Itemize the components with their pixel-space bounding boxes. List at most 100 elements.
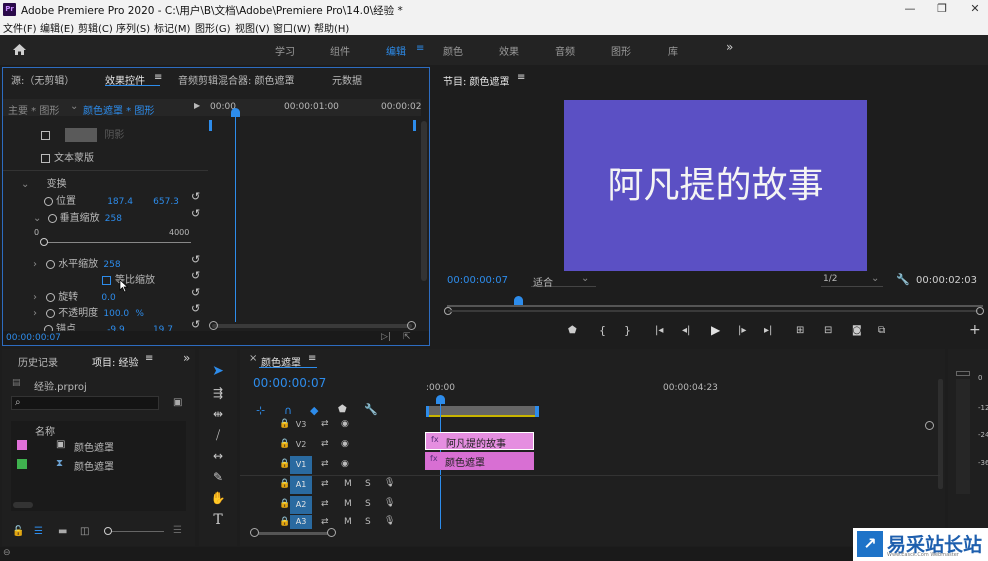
mark-out-icon[interactable]: } xyxy=(624,324,631,337)
tab-history[interactable]: 历史记录 xyxy=(18,354,58,369)
workspace-color[interactable]: 颜色 xyxy=(443,43,463,58)
sync-lock-icon[interactable]: ⇄ xyxy=(321,479,329,489)
workspace-editing[interactable]: 编辑 xyxy=(386,43,406,58)
solo-button[interactable]: S xyxy=(365,517,371,527)
list-item[interactable]: ⧗ 颜色遮罩 xyxy=(11,455,186,473)
go-to-in-icon[interactable]: |◂ xyxy=(655,325,663,336)
position-x-value[interactable]: 187.4 xyxy=(107,197,133,207)
workspace-audio[interactable]: 音频 xyxy=(555,43,575,58)
vscale-slider-thumb[interactable] xyxy=(40,238,48,246)
menu-window[interactable]: 窗口(W) xyxy=(273,20,311,35)
zoom-slider[interactable] xyxy=(104,531,164,532)
extract-icon[interactable]: ⊟ xyxy=(824,325,832,336)
reset-icon[interactable]: ↺ xyxy=(191,269,200,282)
uniform-scale-checkbox[interactable] xyxy=(102,275,111,285)
close-button[interactable]: ✕ xyxy=(960,2,988,15)
workspace-effects[interactable]: 效果 xyxy=(499,43,519,58)
maximize-button[interactable]: ❐ xyxy=(927,2,957,15)
play-audio-icon[interactable]: ▷| xyxy=(381,332,391,342)
reset-icon[interactable]: ↺ xyxy=(191,318,200,331)
track-select-tool-icon[interactable]: ⇶ xyxy=(209,386,227,400)
timeline-zoom-scrollbar[interactable] xyxy=(254,532,332,535)
workspace-more-icon[interactable]: » xyxy=(726,40,733,54)
project-search-input[interactable]: ⌕ xyxy=(11,396,159,410)
hand-tool-icon[interactable]: ✋ xyxy=(209,491,227,505)
icon-view-icon[interactable]: ▬ xyxy=(58,526,67,537)
tab-metadata[interactable]: 元数据 xyxy=(332,72,362,87)
zoom-bar[interactable] xyxy=(448,310,978,312)
menu-view[interactable]: 视图(V) xyxy=(235,20,270,35)
tab-menu-icon[interactable]: ≡ xyxy=(154,72,162,83)
reset-icon[interactable]: ↺ xyxy=(191,190,200,203)
mute-button[interactable]: M xyxy=(344,479,352,489)
ec-horizontal-scrollbar[interactable] xyxy=(212,324,412,328)
microphone-icon[interactable]: 🎙 xyxy=(384,516,395,526)
tab-audio-mixer[interactable]: 音频剪辑混合器: 颜色遮罩 xyxy=(178,72,295,87)
stopwatch-icon[interactable] xyxy=(46,308,56,318)
stopwatch-icon[interactable] xyxy=(44,196,53,206)
timeline-menu-icon[interactable]: ≡ xyxy=(308,353,316,364)
program-menu-icon[interactable]: ≡ xyxy=(517,72,525,83)
program-playhead[interactable] xyxy=(514,296,523,305)
collapse-chevron-icon[interactable]: ⌄ xyxy=(33,213,41,224)
timeline-playhead-handle[interactable] xyxy=(436,395,445,404)
collapse-chevron-icon[interactable]: ⌄ xyxy=(21,179,29,190)
vscale-value[interactable]: 258 xyxy=(105,214,122,224)
minimize-button[interactable]: — xyxy=(895,2,925,15)
sync-lock-icon[interactable]: ⇄ xyxy=(321,459,329,469)
sort-menu-icon[interactable]: ☰ xyxy=(173,525,182,536)
mute-button[interactable]: M xyxy=(344,517,352,527)
reset-icon[interactable]: ↺ xyxy=(191,207,200,220)
workspace-assembly[interactable]: 组件 xyxy=(330,43,350,58)
current-clip-label[interactable]: 颜色遮罩 * 图形 xyxy=(83,102,154,117)
vscale-slider-track[interactable] xyxy=(43,242,191,243)
video-frame[interactable]: 阿凡提的故事 xyxy=(564,100,867,271)
microphone-icon[interactable]: 🎙 xyxy=(384,478,395,488)
menu-help[interactable]: 帮助(H) xyxy=(314,20,349,35)
status-icon[interactable]: ⊖ xyxy=(3,548,11,558)
sync-lock-icon[interactable]: ⇄ xyxy=(321,499,329,509)
stopwatch-icon[interactable] xyxy=(47,213,57,223)
project-scrollbar[interactable] xyxy=(13,502,33,508)
slip-tool-icon[interactable]: ↔ xyxy=(209,449,227,463)
step-back-icon[interactable]: ◂| xyxy=(682,325,690,336)
list-item[interactable]: ▣ 颜色遮罩 xyxy=(11,436,186,454)
ec-vertical-scrollbar[interactable] xyxy=(421,121,427,281)
tab-source[interactable]: 源:（无剪辑） xyxy=(11,72,74,87)
new-bin-icon[interactable]: ▣ xyxy=(173,397,182,408)
play-only-icon[interactable]: ▶ xyxy=(194,101,200,110)
add-marker-icon[interactable]: ⬟ xyxy=(568,325,577,336)
lock-track-icon[interactable]: 🔒 xyxy=(279,459,290,469)
project-menu-icon[interactable]: ≡ xyxy=(145,353,153,364)
export-icon[interactable]: ⇱ xyxy=(403,332,411,342)
track-label-v3[interactable]: V3 xyxy=(290,416,312,434)
expand-chevron-icon[interactable]: › xyxy=(33,292,37,303)
opacity-value[interactable]: 100.0 xyxy=(103,309,129,319)
add-button-icon[interactable]: + xyxy=(969,322,981,338)
play-icon[interactable]: ▶ xyxy=(711,323,720,337)
ec-timecode[interactable]: 00:00:00:07 xyxy=(6,333,61,343)
menu-graphics[interactable]: 图形(G) xyxy=(195,20,231,35)
microphone-icon[interactable]: 🎙 xyxy=(384,498,395,508)
step-forward-icon[interactable]: |▸ xyxy=(738,325,746,336)
program-title[interactable]: 节目: 颜色遮罩 xyxy=(443,73,510,88)
clip-v2-title[interactable]: fx 阿凡提的故事 xyxy=(425,432,534,450)
sync-lock-icon[interactable]: ⇄ xyxy=(321,439,329,449)
camera-icon[interactable]: ◙ xyxy=(852,325,862,336)
wrench-icon[interactable]: 🔧 xyxy=(896,273,910,286)
lock-track-icon[interactable]: 🔒 xyxy=(279,439,290,449)
lock-track-icon[interactable]: 🔒 xyxy=(279,499,290,509)
eye-icon[interactable]: ◉ xyxy=(341,459,349,469)
menu-sequence[interactable]: 序列(S) xyxy=(116,20,150,35)
shadow-checkbox[interactable] xyxy=(41,130,50,140)
type-tool-icon[interactable]: T xyxy=(209,512,227,528)
freeform-view-icon[interactable]: ◫ xyxy=(80,526,89,537)
workspace-graphics[interactable]: 图形 xyxy=(611,43,631,58)
go-to-out-icon[interactable]: ▸| xyxy=(764,325,772,336)
marker-icon[interactable]: ⬟ xyxy=(338,404,347,415)
workspace-menu-icon[interactable]: ≡ xyxy=(416,43,424,54)
selection-tool-icon[interactable]: ➤ xyxy=(209,363,227,379)
label-color-swatch[interactable] xyxy=(17,440,27,450)
mark-in-icon[interactable]: { xyxy=(599,324,606,337)
tab-project[interactable]: 项目: 经验 xyxy=(92,354,139,369)
